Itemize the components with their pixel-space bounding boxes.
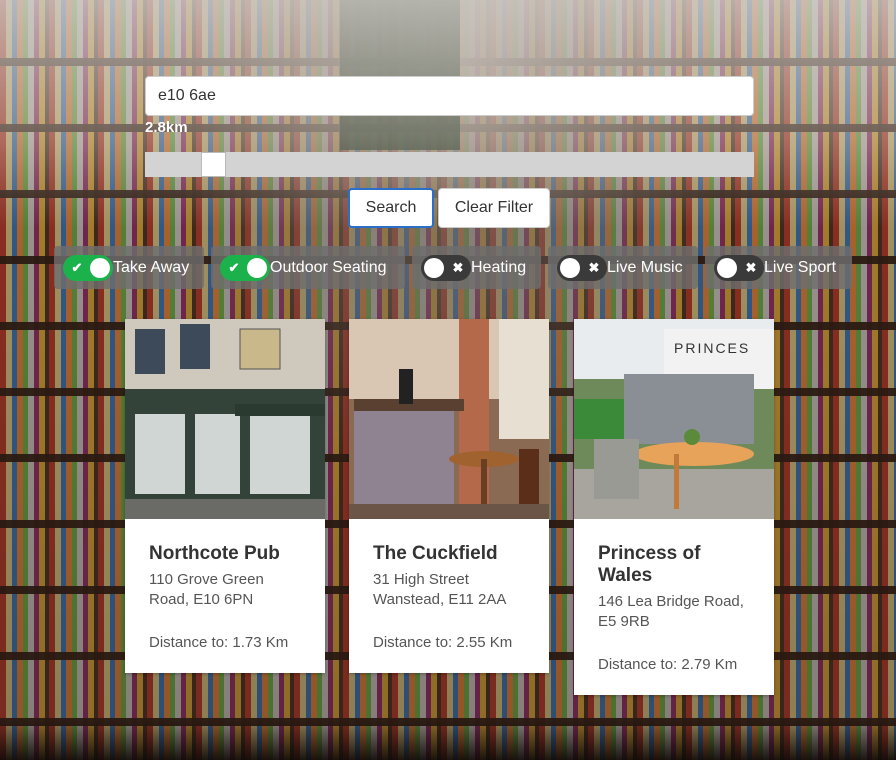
toggle-knob xyxy=(424,257,444,278)
filter-live-music[interactable]: ✖ Live Music xyxy=(548,246,698,289)
pub-address: 110 Grove Green Road, E10 6PN xyxy=(149,571,264,608)
filter-label: Outdoor Seating xyxy=(270,258,387,276)
filter-label: Take Away xyxy=(113,258,190,276)
live-music-toggle[interactable]: ✖ xyxy=(557,254,607,281)
main-content: e10 6ae 2.8km Search Clear Filter ✔ Take… xyxy=(0,0,896,760)
check-icon: ✔ xyxy=(228,259,240,275)
pub-card[interactable]: The Cuckfield 31 High Street Wanstead, E… xyxy=(349,319,549,673)
clear-filter-button[interactable]: Clear Filter xyxy=(438,188,550,228)
toggle-knob xyxy=(247,257,267,278)
pub-name: Northcote Pub xyxy=(149,543,280,564)
postcode-search-input[interactable]: e10 6ae xyxy=(145,76,754,116)
filter-label: Live Music xyxy=(607,258,683,276)
toggle-knob xyxy=(717,257,737,278)
pub-name: Princess of Wales xyxy=(598,543,701,586)
x-icon: ✖ xyxy=(588,259,600,275)
pub-distance: Distance to: 2.55 Km xyxy=(373,634,513,651)
photo-sign-text: PRINCES xyxy=(674,340,750,356)
filter-outdoor-seating[interactable]: ✔ Outdoor Seating xyxy=(211,246,405,289)
search-button[interactable]: Search xyxy=(348,188,434,228)
x-icon: ✖ xyxy=(452,259,464,275)
pub-card[interactable]: PRINCES Princess of Wales 146 Lea Bridge… xyxy=(574,319,774,695)
take-away-toggle[interactable]: ✔ xyxy=(63,254,113,281)
live-sport-toggle[interactable]: ✖ xyxy=(714,254,764,281)
toggle-knob xyxy=(90,257,110,278)
distance-slider[interactable] xyxy=(145,152,754,177)
toggle-knob xyxy=(560,257,580,278)
x-icon: ✖ xyxy=(745,259,757,275)
pub-photo xyxy=(349,319,549,519)
pub-name: The Cuckfield xyxy=(373,543,498,564)
pub-card[interactable]: Northcote Pub 110 Grove Green Road, E10 … xyxy=(125,319,325,673)
filter-label: Heating xyxy=(471,258,527,276)
distance-label: 2.8km xyxy=(145,119,188,136)
pub-photo: PRINCES xyxy=(574,319,774,519)
distance-slider-thumb[interactable] xyxy=(201,152,226,177)
filter-heating[interactable]: ✖ Heating xyxy=(412,246,541,289)
pub-address: 31 High Street Wanstead, E11 2AA xyxy=(373,571,507,608)
pub-distance: Distance to: 1.73 Km xyxy=(149,634,289,651)
pub-address: 146 Lea Bridge Road, E5 9RB xyxy=(598,593,744,630)
filter-label: Live Sport xyxy=(764,258,837,276)
pub-photo xyxy=(125,319,325,519)
pub-distance: Distance to: 2.79 Km xyxy=(598,656,738,673)
filter-take-away[interactable]: ✔ Take Away xyxy=(54,246,204,289)
check-icon: ✔ xyxy=(71,259,83,275)
heating-toggle[interactable]: ✖ xyxy=(421,254,471,281)
filter-live-sport[interactable]: ✖ Live Sport xyxy=(705,246,852,289)
outdoor-seating-toggle[interactable]: ✔ xyxy=(220,254,270,281)
